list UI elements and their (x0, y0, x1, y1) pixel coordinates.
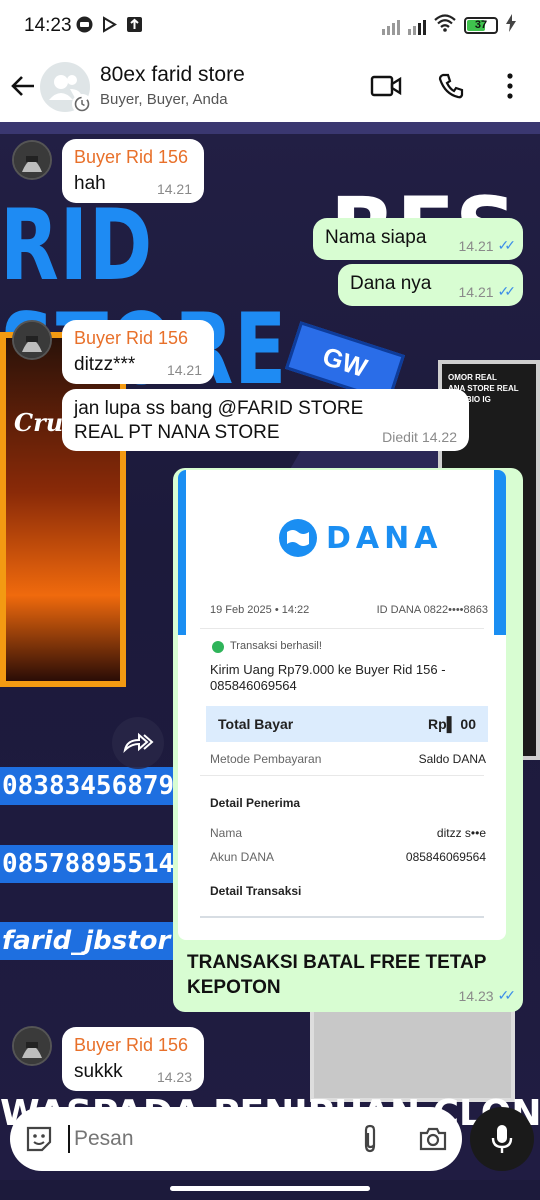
message-bubble-incoming[interactable]: Buyer Rid 156 ditzz*** 14.21 (62, 320, 214, 384)
total-label: Total Bayar (218, 716, 294, 732)
sender-name: Buyer Rid 156 (74, 147, 189, 167)
message-time: 14.21 (156, 181, 192, 197)
account-value: 085846069564 (405, 850, 486, 864)
edited-label: Diedit (382, 429, 418, 445)
message-time: 14.21 (166, 362, 202, 378)
more-options-icon[interactable] (492, 68, 528, 104)
voice-call-icon[interactable] (433, 68, 469, 104)
microphone-icon (491, 1125, 513, 1153)
message-notification-icon (76, 16, 93, 33)
status-bar: 14:23 37 (0, 0, 540, 50)
receipt-accent-bar (494, 470, 506, 635)
wifi-icon (434, 14, 456, 37)
battery-icon: 37 (464, 17, 498, 34)
sender-name: Buyer Rid 156 (74, 1035, 189, 1055)
dana-receipt-image[interactable]: DANA 19 Feb 2025 • 14:22 ID DANA 0822•••… (178, 470, 506, 940)
dana-logo: DANA (278, 518, 442, 558)
message-bubble-outgoing[interactable]: Dana nya 14.21 ✓✓ (338, 264, 523, 306)
chat-header: 80ex farid store Buyer, Buyer, Anda (0, 50, 540, 122)
dana-logo-icon (279, 519, 317, 557)
message-time: 14.21 (458, 237, 494, 254)
battery-level: 37 (474, 19, 488, 31)
message-bubble-incoming[interactable]: jan lupa ss bang @FARID STORE REAL PT NA… (62, 389, 469, 451)
wallpaper-handle: farid_jbstor (0, 922, 178, 960)
signal-icon-2 (408, 17, 426, 35)
message-time: 14.23 (458, 987, 494, 1004)
recipient-header: Detail Penerima (210, 796, 301, 810)
wallpaper-number-2: 085788955148 (0, 845, 178, 883)
video-call-icon[interactable] (368, 68, 404, 104)
name-value: ditzz s••e (436, 826, 486, 840)
success-check-icon (212, 641, 224, 653)
account-label: Akun DANA (210, 850, 275, 864)
signal-icon (382, 17, 400, 35)
divider (200, 628, 484, 629)
receipt-date: 19 Feb 2025 • 14:22 (210, 604, 310, 616)
receipt-accent-bar (178, 470, 186, 635)
receipt-status: Transaksi berhasil! (230, 640, 322, 652)
attach-icon[interactable] (358, 1124, 382, 1159)
forward-button[interactable] (112, 717, 164, 769)
play-store-icon (101, 16, 118, 33)
chat-title[interactable]: 80ex farid store (100, 63, 245, 87)
chat-participants[interactable]: Buyer, Buyer, Anda (100, 91, 228, 108)
read-receipt-icon: ✓✓ (497, 987, 517, 1003)
sticker-icon[interactable] (24, 1124, 54, 1159)
disappearing-timer-icon (72, 94, 92, 114)
voice-message-button[interactable] (470, 1107, 534, 1171)
receipt-id: ID DANA 0822••••8863 (376, 604, 488, 616)
dana-brand: DANA (326, 520, 443, 556)
home-gesture-pill[interactable] (170, 1186, 370, 1191)
name-label: Nama (210, 826, 243, 840)
total-value: Rp▌ 00 (427, 716, 476, 732)
poster-right-line: OMOR REAL (448, 373, 497, 382)
camera-icon[interactable] (418, 1126, 448, 1157)
navigation-bar (0, 1180, 540, 1200)
receipt-description: Kirim Uang Rp79.000 ke Buyer Rid 156 - 0… (210, 662, 446, 693)
notification-icons (76, 16, 143, 33)
status-time: 14:23 (24, 15, 72, 36)
message-time: 14.21 (458, 283, 494, 300)
charging-icon (506, 14, 516, 37)
message-composer (10, 1107, 462, 1171)
divider (200, 775, 484, 776)
method-label: Metode Pembayaran (210, 752, 322, 766)
transaction-header: Detail Transaksi (210, 884, 302, 898)
message-input[interactable] (74, 1121, 344, 1157)
sender-avatar[interactable] (12, 140, 52, 180)
sender-name: Buyer Rid 156 (74, 328, 189, 348)
wallpaper-stripe (0, 122, 540, 134)
chat-wallpaper: RID STORE RES GW Cruel OMOR REAL ANA STO… (0, 122, 540, 1180)
method-value: Saldo DANA (418, 752, 486, 766)
read-receipt-icon: ✓✓ (497, 283, 517, 299)
message-time: 14.23 (156, 1069, 192, 1085)
message-bubble-outgoing[interactable]: Nama siapa 14.21 ✓✓ (313, 218, 523, 260)
upload-icon (126, 16, 143, 33)
system-icons: 37 (382, 14, 516, 37)
message-time: 14.22 (421, 429, 457, 445)
read-receipt-icon: ✓✓ (497, 237, 517, 253)
text-cursor (68, 1125, 70, 1153)
receipt-tear-edge (200, 916, 484, 918)
sender-avatar[interactable] (12, 320, 52, 360)
message-bubble-incoming[interactable]: Buyer Rid 156 hah 14.21 (62, 139, 204, 203)
wallpaper-number-1: 083834568799 (0, 767, 178, 805)
wallpaper-poster-left: Cruel (0, 332, 126, 687)
back-arrow-icon[interactable] (8, 70, 40, 102)
message-bubble-incoming[interactable]: Buyer Rid 156 sukkk 14.23 (62, 1027, 204, 1091)
sender-avatar[interactable] (12, 1026, 52, 1066)
